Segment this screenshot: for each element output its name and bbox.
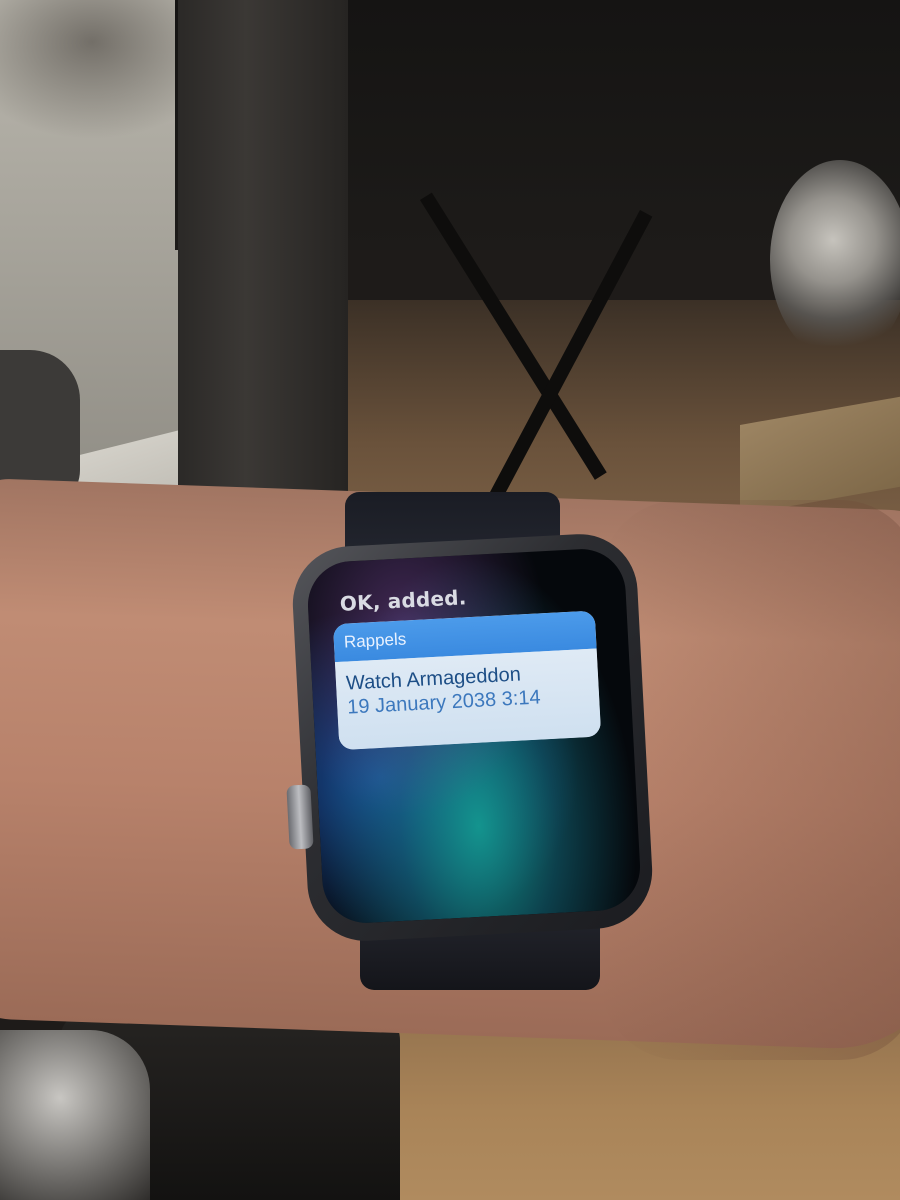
watch-screen: OK, added. Rappels Watch Armageddon 19 J… — [305, 546, 643, 926]
blanket — [0, 1030, 150, 1200]
reminder-card[interactable]: Rappels Watch Armageddon 19 January 2038… — [332, 610, 602, 751]
photo-scene: OK, added. Rappels Watch Armageddon 19 J… — [0, 0, 900, 1200]
brass-instrument — [770, 160, 900, 360]
reminder-card-body: Watch Armageddon 19 January 2038 3:14 — [334, 648, 602, 751]
digital-crown[interactable] — [286, 784, 314, 850]
desk-leg — [178, 0, 348, 500]
